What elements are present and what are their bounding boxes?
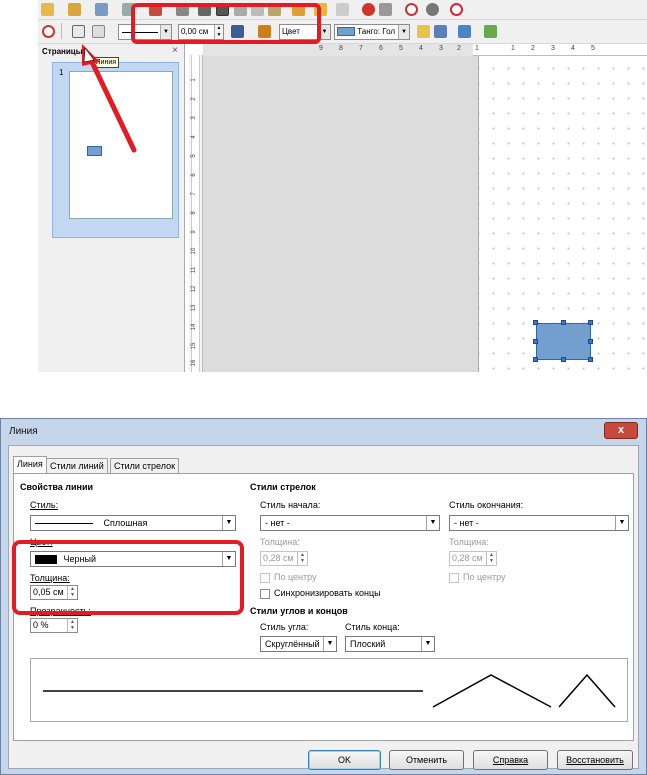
start-width-spinbox[interactable]: 0,28 см ▲ ▼ — [260, 551, 308, 566]
corner-style-dropdown[interactable]: Скруглённый ▼ — [260, 636, 337, 652]
editor-screenshot: ▼ 0,00 см ▲ ▼ Цвет ▼ Танго: Гол ▼ Страни… — [0, 0, 647, 372]
end-style-label: Стиль окончания: — [449, 500, 524, 510]
chevron-down-icon[interactable]: ▼ — [426, 516, 439, 530]
preview-drawing — [43, 673, 616, 708]
tab-arrow-styles[interactable]: Стили стрелок — [110, 458, 180, 473]
cap-style-label: Стиль конца: — [345, 622, 400, 632]
line-style-value: Сплошная — [103, 518, 148, 528]
start-width-label: Толщина: — [260, 537, 300, 547]
end-style-dropdown[interactable]: - нет - ▼ — [449, 515, 629, 531]
chevron-down-icon[interactable]: ▼ — [222, 516, 235, 530]
section-heading: Стили стрелок — [250, 482, 316, 492]
chevron-down-icon[interactable]: ▼ — [421, 637, 434, 651]
sync-ends-label: Синхронизировать концы — [274, 588, 381, 598]
root: ▼ 0,00 см ▲ ▼ Цвет ▼ Танго: Гол ▼ Страни… — [0, 0, 647, 775]
tab-line-styles[interactable]: Стили линий — [46, 458, 108, 473]
corner-style-label: Стиль угла: — [260, 622, 309, 632]
start-style-value: - нет - — [265, 518, 290, 528]
start-width-value: 0,28 см — [263, 553, 294, 563]
style-label: Стиль: — [30, 500, 59, 510]
end-width-value: 0,28 см — [452, 553, 483, 563]
chevron-down-icon[interactable]: ▼ — [323, 637, 336, 651]
center-end-label: По центру — [463, 572, 506, 582]
cap-style-value: Плоский — [350, 639, 386, 649]
corner-style-value: Скруглённый — [265, 639, 320, 649]
line-dialog: Линия x Линия Стили линий Стили стрелок … — [0, 418, 647, 775]
tab-panel: Свойства линии Стиль: Сплошная ▼ Цвет: Ч… — [12, 473, 634, 741]
section-heading: Стили углов и концов — [250, 606, 348, 616]
end-width-spinbox[interactable]: 0,28 см ▲ ▼ — [449, 551, 497, 566]
close-button[interactable]: x — [604, 422, 638, 439]
cancel-button[interactable]: Отменить — [389, 750, 464, 770]
center-start-checkbox[interactable] — [260, 573, 270, 583]
spin-icon[interactable]: ▲ ▼ — [67, 619, 77, 632]
cap-style-dropdown[interactable]: Плоский ▼ — [345, 636, 435, 652]
center-start-label: По центру — [274, 572, 317, 582]
tab-line[interactable]: Линия — [13, 456, 47, 474]
line-preview — [30, 658, 628, 722]
spin-icon[interactable]: ▲ ▼ — [486, 552, 496, 565]
transparency-spinbox[interactable]: 0 % ▲ ▼ — [30, 618, 78, 633]
start-style-label: Стиль начала: — [260, 500, 321, 510]
chevron-down-icon[interactable]: ▼ — [615, 516, 628, 530]
line-style-dropdown[interactable]: Сплошная ▼ — [30, 515, 236, 531]
ok-button[interactable]: OK — [308, 750, 381, 770]
sync-ends-checkbox[interactable] — [260, 589, 270, 599]
start-style-dropdown[interactable]: - нет - ▼ — [260, 515, 440, 531]
reset-button[interactable]: Восстановить — [557, 750, 633, 770]
spin-icon[interactable]: ▲ ▼ — [297, 552, 307, 565]
dialog-body: Линия Стили линий Стили стрелок Свойства… — [8, 445, 639, 770]
section-heading: Свойства линии — [20, 482, 94, 492]
end-width-label: Толщина: — [449, 537, 489, 547]
center-end-checkbox[interactable] — [449, 573, 459, 583]
end-style-value: - нет - — [454, 518, 479, 528]
red-arrow-annotation — [82, 44, 137, 153]
transparency-value: 0 % — [33, 620, 49, 630]
highlight-rectangle — [12, 540, 244, 615]
help-button[interactable]: Справка — [473, 750, 548, 770]
solid-line-sample — [35, 523, 93, 525]
dialog-title: Линия — [9, 426, 38, 437]
